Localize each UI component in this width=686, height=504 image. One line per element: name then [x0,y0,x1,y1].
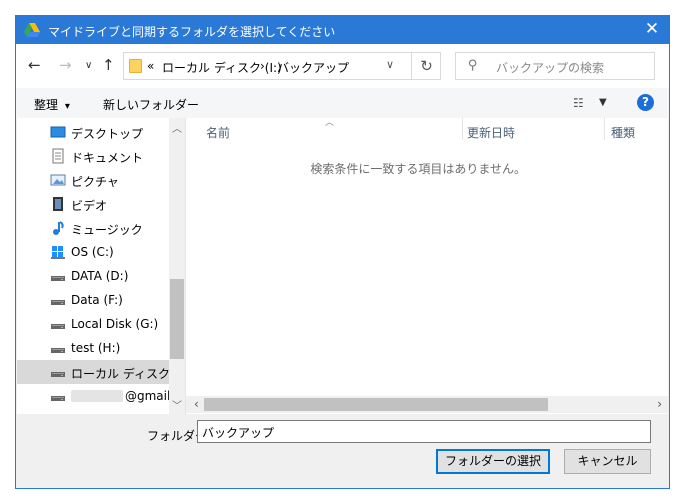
help-icon[interactable]: ? [637,94,654,111]
sidebar-item-label: test (H:) [71,341,121,355]
sidebar-item-desktop[interactable]: デスクトップ [17,120,169,144]
breadcrumb-overflow[interactable]: « [147,59,154,73]
scroll-left-icon[interactable]: ‹ [194,397,199,411]
file-list-horizontal-scrollbar[interactable]: ‹ › [186,396,668,413]
folder-picker-dialog: マイドライブと同期するフォルダを選択してください ✕ ← → ∨ ↑ « ローカ… [15,15,670,489]
google-drive-icon [24,23,40,37]
column-header-name[interactable]: 名前 [206,124,230,141]
close-icon: ✕ [644,19,660,39]
column-divider[interactable] [604,118,605,140]
sidebar-item-data-f[interactable]: Data (F:) [17,288,169,312]
sidebar-item-pictures[interactable]: ピクチャ [17,168,169,192]
up-button[interactable]: ↑ [102,56,115,74]
scroll-right-icon[interactable]: › [657,397,662,411]
drive-icon [51,372,65,377]
back-button[interactable]: ← [28,56,41,74]
new-folder-button[interactable]: 新しいフォルダー [103,96,199,113]
windows-drive-icon [51,246,65,259]
drive-icon [51,276,65,281]
sidebar-item-label: ミュージック [71,223,143,237]
view-options-icon[interactable]: ☷ [573,96,584,110]
organize-button[interactable]: 整理 ▾ [34,96,70,113]
music-icon [53,221,64,235]
sidebar-item-label: DATA (D:) [71,269,129,283]
command-bar: 整理 ▾ 新しいフォルダー ☷ ▼ ? [16,88,669,118]
drive-icon [51,348,65,353]
address-dropdown-button[interactable]: ∨ [386,58,394,71]
sidebar-item-label: ピクチャ [71,175,119,189]
breadcrumb-separator[interactable]: › [260,59,265,73]
search-icon: ⚲ [468,58,478,73]
content-area: デスクトップ ドキュメント ピクチャ ビデオ ミュージック OS (C:) DA… [17,118,668,414]
sidebar-item-label: ローカル ディスク (I:) [71,367,184,381]
scrollbar-thumb[interactable] [170,279,184,359]
sidebar-item-videos[interactable]: ビデオ [17,192,169,216]
sidebar-item-gmail[interactable]: @gmail.com [17,384,184,408]
pictures-icon [50,174,66,186]
sidebar-item-local-disk-g[interactable]: Local Disk (G:) [17,312,169,336]
column-header-type[interactable]: 種類 [611,124,635,141]
column-divider[interactable] [462,118,463,140]
video-icon [53,197,63,211]
empty-list-message: 検索条件に一致する項目はありません。 [310,162,526,176]
cancel-button[interactable]: キャンセル [564,449,651,474]
sidebar-item-music[interactable]: ミュージック [17,216,169,240]
scroll-down-icon[interactable]: ﹀ [169,397,185,412]
drive-icon [51,300,65,305]
drive-icon [51,324,65,329]
forward-button[interactable]: → [59,56,72,74]
redacted-email-user [71,390,123,402]
sidebar-item-test-h[interactable]: test (H:) [17,336,169,360]
scroll-up-icon[interactable]: ︿ [169,120,185,135]
close-button[interactable]: ✕ [635,16,669,44]
breadcrumb-folder[interactable]: バックアップ [277,59,349,76]
search-box[interactable]: ⚲ バックアップの検索 [455,52,655,80]
scrollbar-thumb[interactable] [204,398,548,411]
desktop-icon [50,126,66,138]
recent-locations-button[interactable]: ∨ [85,57,92,75]
search-placeholder: バックアップの検索 [496,61,605,75]
sidebar-item-label: OS (C:) [71,245,114,259]
sidebar-item-label: デスクトップ [71,127,144,141]
select-folder-button[interactable]: フォルダーの選択 [436,449,550,474]
navigation-pane: デスクトップ ドキュメント ピクチャ ビデオ ミュージック OS (C:) DA… [17,118,184,414]
sidebar-item-local-disk-i[interactable]: ローカル ディスク (I:) [17,360,184,384]
navigation-bar: ← → ∨ ↑ « ローカル ディスク (I:) › バックアップ ∨ ↻ ⚲ … [16,44,669,88]
drive-icon [51,396,65,401]
sidebar-item-os-c[interactable]: OS (C:) [17,240,169,264]
folder-name-input[interactable]: バックアップ [197,420,651,443]
sort-ascending-icon: ︿ [325,118,335,128]
column-header-modified[interactable]: 更新日時 [467,124,515,141]
folder-icon [129,59,142,73]
sidebar-item-label: Local Disk (G:) [71,317,159,331]
view-dropdown-button[interactable]: ▼ [599,97,607,108]
refresh-button[interactable]: ↻ [411,53,441,79]
navigation-pane-scrollbar[interactable]: ︿ ﹀ [169,118,185,414]
chevron-down-icon: ▾ [64,101,70,112]
sidebar-item-documents[interactable]: ドキュメント [17,144,169,168]
organize-label: 整理 [34,98,59,112]
window-title: マイドライブと同期するフォルダを選択してください [48,25,336,39]
title-bar: マイドライブと同期するフォルダを選択してください ✕ [16,16,669,44]
sidebar-item-label: ドキュメント [71,151,144,165]
document-icon [52,148,64,164]
file-list: ︿ 名前 更新日時 種類 検索条件に一致する項目はありません。 ‹ › [186,118,668,414]
address-bar[interactable]: « ローカル ディスク (I:) › バックアップ ∨ ↻ [123,52,441,80]
sidebar-item-label: ビデオ [71,199,108,213]
sidebar-item-data-d[interactable]: DATA (D:) [17,264,169,288]
sidebar-item-label: Data (F:) [71,293,123,307]
